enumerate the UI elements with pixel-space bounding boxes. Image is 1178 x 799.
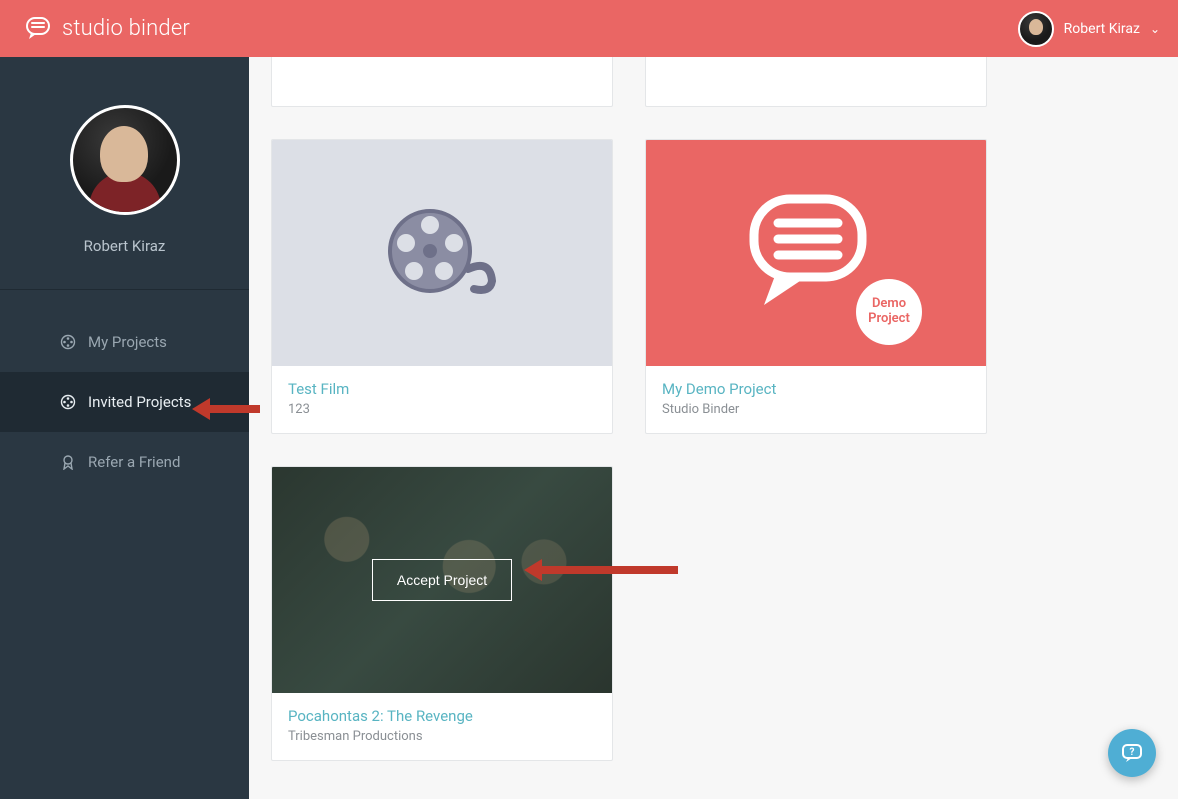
project-thumbnail: Demo Project [646, 140, 986, 366]
demo-badge: Demo Project [856, 279, 922, 345]
brand-text: studio binder [62, 16, 190, 41]
chevron-down-icon: ⌄ [1150, 22, 1160, 36]
film-reel-icon [60, 334, 76, 350]
project-card[interactable]: My Demo Project Studio Binder [645, 57, 987, 107]
card-footer: Pocahontas 2: The Revenge Tribesman Prod… [272, 693, 612, 760]
card-subtitle: Studio Binder [662, 402, 970, 417]
card-title: Pocahontas 2: The Revenge [288, 707, 596, 725]
chat-bubble-icon: Demo Project [746, 191, 886, 315]
app-header: studio binder Robert Kiraz ⌄ [0, 0, 1178, 57]
brand-logo[interactable]: studio binder [26, 16, 190, 41]
help-button[interactable]: ? [1108, 729, 1156, 777]
avatar [1018, 11, 1054, 47]
project-thumbnail: Accept Project [272, 467, 612, 693]
user-name: Robert Kiraz [1064, 21, 1140, 37]
project-card-demo[interactable]: Demo Project My Demo Project Studio Bind… [645, 139, 987, 434]
accept-project-button[interactable]: Accept Project [372, 559, 512, 601]
ribbon-icon [60, 454, 76, 470]
film-reel-icon [60, 394, 76, 410]
chat-bubble-icon [26, 17, 54, 41]
project-card-test-film[interactable]: Test Film 123 [271, 139, 613, 434]
sidebar-item-label: Refer a Friend [88, 453, 180, 471]
user-menu[interactable]: Robert Kiraz ⌄ [1018, 11, 1160, 47]
card-footer: My Demo Project Studio Binder [646, 57, 986, 63]
film-reel-icon [382, 203, 502, 303]
sidebar-profile: Robert Kiraz [0, 57, 249, 289]
card-footer: Test Film 123 [272, 366, 612, 433]
card-subtitle: 123 [288, 402, 596, 417]
sidebar-nav: My Projects Invited Projects Refer a Fri… [0, 312, 249, 492]
card-subtitle: Tribesman Productions [288, 729, 596, 744]
project-thumbnail [272, 140, 612, 366]
project-card-pocahontas[interactable]: Accept Project Pocahontas 2: The Revenge… [271, 466, 613, 761]
sidebar-item-label: My Projects [88, 333, 167, 351]
svg-text:?: ? [1130, 747, 1135, 758]
divider [0, 289, 249, 290]
avatar [70, 105, 180, 215]
project-card[interactable]: TEST PROJECT [271, 57, 613, 107]
sidebar-item-label: Invited Projects [88, 393, 191, 411]
sidebar-item-invited-projects[interactable]: Invited Projects [0, 372, 249, 432]
accept-overlay: Accept Project [272, 467, 612, 693]
sidebar-item-refer-friend[interactable]: Refer a Friend [0, 432, 249, 492]
card-title: My Demo Project [662, 380, 970, 398]
card-footer: My Demo Project Studio Binder [646, 366, 986, 433]
profile-name: Robert Kiraz [84, 237, 166, 255]
sidebar: Robert Kiraz My Projects Invited Project… [0, 57, 249, 799]
help-icon: ? [1121, 742, 1143, 764]
sidebar-item-my-projects[interactable]: My Projects [0, 312, 249, 372]
main-content: TEST PROJECT My Demo Project Studio Bind… [249, 57, 1178, 799]
card-title: Test Film [288, 380, 596, 398]
